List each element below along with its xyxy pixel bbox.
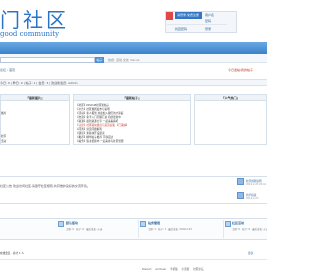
- footer-link[interactable]: Archiver: [155, 268, 166, 271]
- forum-name[interactable]: 默认版块: [66, 221, 78, 225]
- guide-date: 2019-2-23: [246, 197, 259, 200]
- announcement-icon: [237, 178, 244, 185]
- stats-text: 今日: 0 | 昨日: 0 | 帖子: 1 | 会员: 3 | 欢迎新会员: a…: [0, 81, 78, 85]
- forum-icon: [58, 221, 64, 227]
- forum-icon: [225, 221, 231, 227]
- forgot-password-link[interactable]: 找回密码: [175, 27, 187, 31]
- footer-link[interactable]: Discuz!: [142, 268, 152, 271]
- forum-divider: [138, 220, 139, 238]
- forum-meta: 主题: 1 · 帖子: 1 · 最后发表: 2019-2-23: [148, 228, 192, 231]
- search-button[interactable]: 帖子: [95, 57, 104, 63]
- footer-links: Discuz! Archiver 手机版 小黑屋 社区论坛: [142, 267, 207, 271]
- site-logo[interactable]: 门社区: [0, 10, 69, 30]
- forum-name[interactable]: 社区活动: [232, 221, 244, 225]
- forum-name[interactable]: 站务管理: [148, 221, 160, 225]
- column-header-images: 『最新图片』: [0, 94, 70, 101]
- my-posts-link[interactable]: 今日发帖/我的帖子: [228, 68, 253, 72]
- image-item[interactable]: 社区: [1, 134, 6, 138]
- main-nav-bar: [0, 42, 267, 54]
- footer-link[interactable]: 社区论坛: [193, 268, 203, 271]
- breadcrumb[interactable]: 论坛 › 首页: [0, 68, 15, 72]
- forum-meta: 主题: 0 · 帖子: 0 · 最后发表: 从未: [232, 228, 267, 231]
- column-header-hot: 『人气热门』: [194, 94, 267, 101]
- column-new-posts: 【社区】DISCUZ社区新帖子 【公告】社区规则发布与说明 【活动】新人报到 欢…: [73, 101, 191, 145]
- image-item[interactable]: 图片: [1, 111, 6, 115]
- announcement-panel: [0, 176, 267, 204]
- column-images: 图片 社区 活动: [0, 101, 70, 145]
- footer-link[interactable]: 小黑屋: [182, 268, 190, 271]
- user-avatar: [166, 12, 173, 20]
- online-members-text: 在线会员 - 总计 1 人: [0, 252, 25, 255]
- forum-icon: [140, 221, 146, 227]
- announcement-date: 2019-2-23 20:41: [246, 183, 267, 186]
- login-register-link[interactable]: 请登录·免费注册: [175, 12, 202, 19]
- password-label: 密码: [205, 19, 212, 23]
- column-hot: [194, 101, 267, 145]
- login-button[interactable]: 登录: [205, 27, 211, 31]
- image-item[interactable]: 活动: [1, 139, 6, 143]
- announcement-text: 社区公告 欢迎访问社区,请遵守社区规则,共同维护良好的交流环境。: [0, 184, 90, 188]
- online-members-row: [0, 246, 267, 260]
- search-input[interactable]: [0, 57, 95, 63]
- forum-divider: [223, 220, 224, 238]
- username-label: 用户名: [205, 13, 215, 17]
- post-link[interactable]: 【站务】版主招募中 一起来参与社区管理: [76, 139, 124, 143]
- hot-search[interactable]: 热搜: 活动 交友 discuz: [108, 58, 139, 62]
- login-divider: [167, 24, 227, 25]
- guide-icon: [237, 192, 244, 199]
- site-logo-subtitle: good community: [0, 30, 60, 38]
- forum-meta: 主题: 0 · 帖子: 0 · 最后发表: 从未: [66, 228, 103, 231]
- more-link[interactable]: 更多: [248, 251, 253, 255]
- column-header-new-posts: 『最新帖子』: [73, 94, 191, 101]
- footer-link[interactable]: 手机版: [170, 268, 178, 271]
